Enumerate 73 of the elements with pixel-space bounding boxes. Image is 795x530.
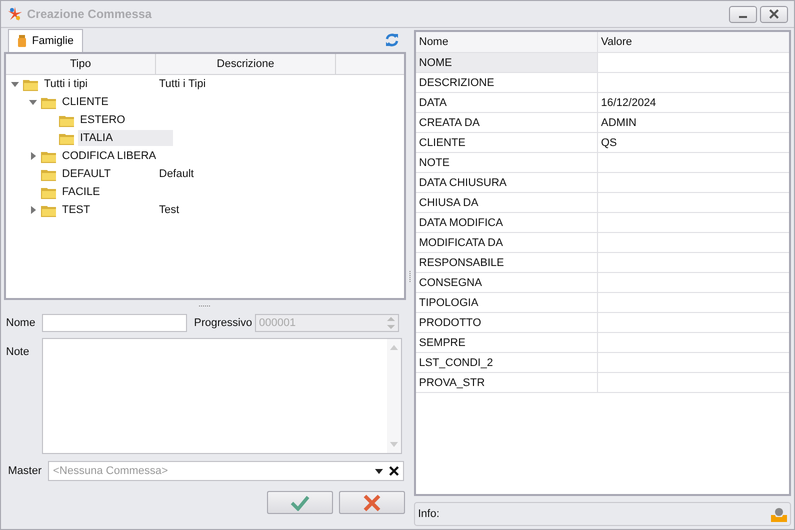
property-name[interactable]: TIPOLOGIA bbox=[416, 293, 598, 312]
tree-item[interactable]: Tutti i tipi bbox=[42, 76, 90, 92]
splitter-grip-icon[interactable] bbox=[199, 304, 211, 308]
expanded-arrow-icon[interactable] bbox=[29, 98, 37, 106]
folder-icon bbox=[59, 132, 75, 144]
folder-icon bbox=[41, 204, 57, 216]
collapsed-arrow-icon[interactable] bbox=[29, 206, 37, 214]
splitter-grip-icon[interactable] bbox=[408, 271, 412, 283]
star-logo-icon bbox=[7, 6, 23, 22]
property-value[interactable]: QS bbox=[598, 133, 789, 152]
cross-icon bbox=[363, 494, 381, 512]
property-name[interactable]: CONSEGNA bbox=[416, 273, 598, 292]
minimize-icon bbox=[739, 16, 747, 18]
folder-icon bbox=[23, 78, 39, 90]
expanded-arrow-icon[interactable] bbox=[11, 80, 19, 88]
collapsed-arrow-icon[interactable] bbox=[29, 152, 37, 160]
jar-icon bbox=[17, 34, 27, 48]
field-label: Master bbox=[7, 465, 43, 477]
minimize-button[interactable] bbox=[729, 6, 757, 22]
close-icon bbox=[769, 9, 779, 19]
folder-icon bbox=[59, 114, 75, 126]
clear-icon[interactable] bbox=[389, 466, 399, 476]
folder-icon bbox=[41, 150, 57, 162]
field-label: Note bbox=[6, 346, 30, 358]
property-name[interactable]: RESPONSABILE bbox=[416, 253, 598, 272]
property-value[interactable]: ADMIN bbox=[598, 113, 789, 132]
property-name[interactable]: CHIUSA DA bbox=[416, 193, 598, 212]
column-header[interactable]: Tipo bbox=[6, 54, 156, 74]
property-name[interactable]: DATA MODIFICA bbox=[416, 213, 598, 232]
property-name[interactable]: NOTE bbox=[416, 153, 598, 172]
refresh-icon[interactable] bbox=[384, 32, 400, 48]
property-name[interactable]: LST_CONDI_2 bbox=[416, 353, 598, 372]
folder-icon bbox=[41, 96, 57, 108]
property-name[interactable]: CREATA DA bbox=[416, 113, 598, 132]
tree-item[interactable]: ITALIA bbox=[78, 130, 173, 146]
field-label: Progressivo bbox=[194, 317, 251, 329]
checkmark-icon bbox=[290, 494, 310, 510]
tree-item[interactable]: TEST bbox=[60, 202, 92, 218]
tree-item[interactable]: FACILE bbox=[60, 184, 102, 200]
column-header[interactable]: Nome bbox=[416, 32, 598, 52]
input-field[interactable] bbox=[42, 314, 187, 332]
tree-item[interactable]: CODIFICA LIBERA bbox=[60, 148, 158, 164]
inbox-icon[interactable] bbox=[771, 506, 787, 522]
tree-item[interactable]: ESTERO bbox=[78, 112, 128, 128]
property-name[interactable]: DATA bbox=[416, 93, 598, 112]
tree-cell-text: Tutti i Tipi bbox=[158, 78, 206, 90]
property-name[interactable]: CLIENTE bbox=[416, 133, 598, 152]
column-header[interactable]: Valore bbox=[598, 32, 789, 52]
tab[interactable]: Famiglie bbox=[8, 29, 83, 52]
dropdown-caret-icon[interactable] bbox=[375, 468, 383, 474]
cancel-button[interactable] bbox=[339, 491, 405, 514]
confirm-button[interactable] bbox=[267, 491, 333, 514]
status-label: Info: bbox=[418, 508, 440, 520]
tree-cell-text: Default bbox=[158, 168, 194, 180]
property-name[interactable]: NOME bbox=[416, 53, 598, 72]
tree-cell-text: Test bbox=[158, 204, 180, 216]
tree-item[interactable]: CLIENTE bbox=[60, 94, 110, 110]
property-name[interactable]: SEMPRE bbox=[416, 333, 598, 352]
folder-icon bbox=[41, 168, 57, 180]
property-name[interactable]: DESCRIZIONE bbox=[416, 73, 598, 92]
window-title: Creazione Commessa bbox=[27, 7, 152, 21]
text-area[interactable] bbox=[42, 338, 402, 454]
property-name[interactable]: PRODOTTO bbox=[416, 313, 598, 332]
column-header[interactable]: Descrizione bbox=[156, 54, 336, 74]
field-label: Nome bbox=[6, 317, 36, 329]
folder-icon bbox=[41, 186, 57, 198]
property-name[interactable]: MODIFICATA DA bbox=[416, 233, 598, 252]
property-value[interactable]: 16/12/2024 bbox=[598, 93, 789, 112]
property-name[interactable]: DATA CHIUSURA bbox=[416, 173, 598, 192]
spin-arrows-icon[interactable] bbox=[387, 316, 395, 330]
property-name[interactable]: PROVA_STR bbox=[416, 373, 598, 392]
close-button[interactable] bbox=[760, 6, 788, 22]
tree-item[interactable]: DEFAULT bbox=[60, 166, 113, 182]
